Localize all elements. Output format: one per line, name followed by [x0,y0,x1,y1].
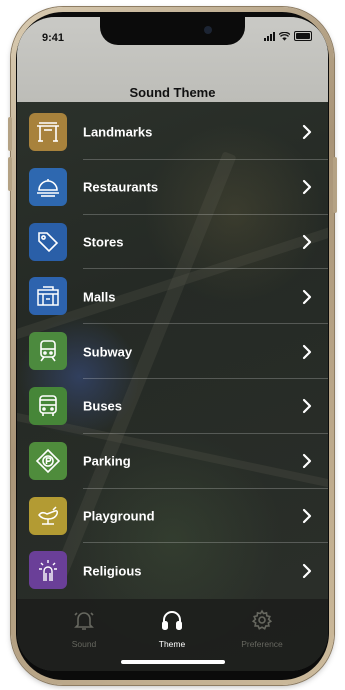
list-item-label: Buses [83,398,123,414]
chevron-right-icon [302,125,312,140]
power-button [333,157,337,213]
religious-icon [29,551,67,590]
price-tag-icon [29,222,67,261]
list-item-restaurants[interactable]: Restaurants [17,160,328,215]
wifi-icon [279,31,290,41]
list-item-landmarks[interactable]: Landmarks [17,105,328,160]
chevron-right-icon [302,344,312,359]
list-item-playground[interactable]: Playground [17,489,328,544]
list-item-buses[interactable]: Buses [17,379,328,434]
theme-list: Landmarks Restaurants Stores Malls Subwa… [17,105,328,598]
chevron-right-icon [302,234,312,250]
gear-icon [251,609,273,630]
tab-sound[interactable]: Sound [49,609,119,649]
mall-building-icon [29,277,67,316]
notch [100,17,245,45]
food-cloche-icon [29,167,67,206]
page-title: Sound Theme [129,85,216,100]
tab-label: Preference [241,639,283,649]
bus-icon [29,386,67,425]
volume-down-button [8,157,12,191]
status-time: 9:41 [42,32,65,44]
list-item-label: Malls [83,289,116,305]
list-item-label: Playground [83,508,155,524]
playground-icon [29,496,67,535]
list-item-label: Stores [83,234,124,250]
list-item-label: Parking [83,453,131,469]
volume-up-button [8,117,12,151]
list-item-malls[interactable]: Malls [17,269,328,325]
headphones-icon [162,611,182,630]
chevron-right-icon [302,454,312,469]
screen: 9:41 Sound Theme Landmarks Restaurants S… [17,17,328,671]
list-item-label: Subway [83,344,133,360]
list-item-subway[interactable]: Subway [17,324,328,379]
list-item-label: Landmarks [83,124,153,140]
list-item-stores[interactable]: Stores [17,215,328,270]
list-item-label: Religious [83,563,142,579]
status-icons [264,31,312,41]
tab-bar: Sound Theme Preference [17,599,328,671]
list-item-label: Restaurants [83,179,159,195]
tab-preference[interactable]: Preference [227,609,297,649]
chevron-right-icon [302,399,312,414]
home-indicator [121,660,225,664]
list-item-religious[interactable]: Religious [17,543,328,598]
chevron-right-icon [302,508,312,524]
tab-label: Theme [158,639,186,649]
list-item-parking[interactable]: Parking [17,434,328,489]
tab-label: Sound [71,639,97,649]
chevron-right-icon [302,563,312,578]
chevron-right-icon [302,180,312,195]
camera-icon [204,26,212,34]
cellular-signal-icon [264,31,275,41]
landmark-gate-icon [29,113,67,151]
bell-icon [74,612,94,630]
battery-icon [294,31,312,41]
subway-train-icon [29,332,67,371]
chevron-right-icon [302,289,312,304]
tab-theme[interactable]: Theme [137,609,207,649]
parking-sign-icon [29,441,67,480]
